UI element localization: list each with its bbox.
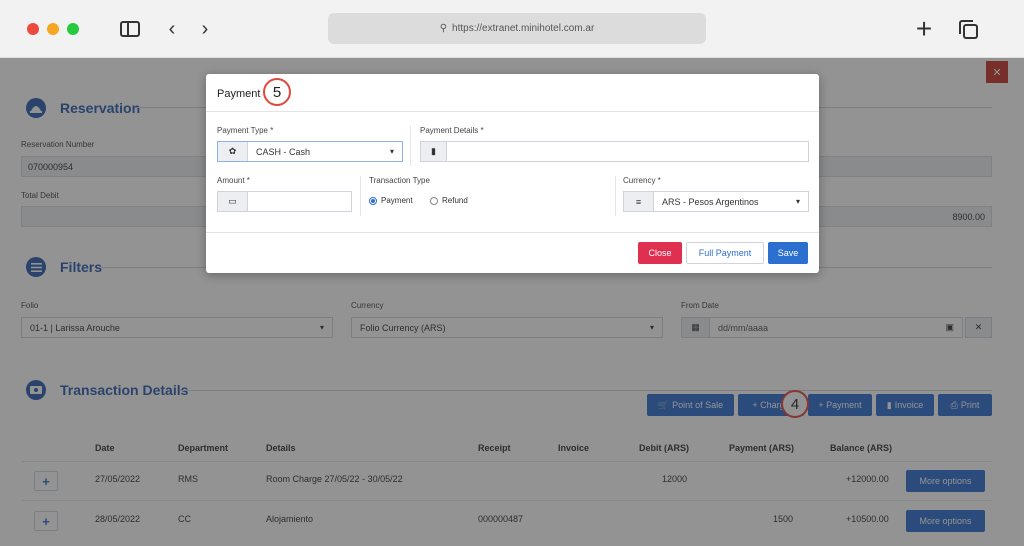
coins-icon: ≡ <box>624 192 654 211</box>
payment-details-label: Payment Details * <box>420 126 484 135</box>
radio-refund[interactable]: Refund <box>430 196 468 205</box>
close-label: Close <box>648 248 672 258</box>
chevron-down-icon: ▾ <box>795 197 800 206</box>
full-payment-label: Full Payment <box>698 248 752 258</box>
radio-payment[interactable]: Payment <box>369 196 413 205</box>
payment-type-value: CASH - Cash <box>256 146 311 157</box>
radio-payment-label: Payment <box>381 196 413 205</box>
transaction-type-label: Transaction Type <box>369 176 430 185</box>
step-5-annotation: 5 <box>263 78 291 106</box>
close-button[interactable]: Close <box>638 242 682 264</box>
tab-overview-icon[interactable] <box>956 17 980 41</box>
step-5-number: 5 <box>272 83 282 101</box>
piggy-bank-icon: ✿ <box>218 142 248 161</box>
new-tab-icon[interactable]: + <box>912 13 936 44</box>
clipboard-icon: ▮ <box>421 142 447 161</box>
chevron-down-icon: ▾ <box>389 147 394 156</box>
sidebar-toggle-icon[interactable] <box>118 17 142 41</box>
currency-label: Currency * <box>623 176 661 185</box>
currency-value: ARS - Pesos Argentinos <box>662 196 759 207</box>
window-close-dot[interactable] <box>27 23 39 35</box>
payment-details-field[interactable]: ▮ <box>420 141 809 162</box>
radio-payment-dot[interactable] <box>369 196 377 205</box>
browser-toolbar: ‹ › ⚲ https://extranet.minihotel.com.ar … <box>0 0 1024 58</box>
forward-icon[interactable]: › <box>195 17 215 41</box>
modal-title: Payment <box>217 88 261 100</box>
back-icon[interactable]: ‹ <box>162 17 182 41</box>
payment-type-select[interactable]: ✿ CASH - Cash ▾ <box>217 141 403 162</box>
payment-type-label: Payment Type * <box>217 126 274 135</box>
radio-refund-dot[interactable] <box>430 196 438 205</box>
amount-field[interactable]: ▭ <box>217 191 352 212</box>
modal-header: Payment <box>206 74 819 112</box>
payment-modal: Payment 5 Payment Type * ✿ CASH - Cash ▾ … <box>206 74 819 273</box>
money-icon: ▭ <box>218 192 248 211</box>
window-minimize-dot[interactable] <box>47 23 59 35</box>
url-text: https://extranet.minihotel.com.ar <box>452 23 595 34</box>
radio-refund-label: Refund <box>442 196 468 205</box>
full-payment-button[interactable]: Full Payment <box>686 242 764 264</box>
magnifier-icon: ⚲ <box>439 23 448 34</box>
amount-label: Amount * <box>217 176 250 185</box>
address-bar[interactable]: ⚲ https://extranet.minihotel.com.ar <box>328 13 706 44</box>
save-button[interactable]: Save <box>768 242 808 264</box>
currency-select[interactable]: ≡ ARS - Pesos Argentinos ▾ <box>623 191 809 212</box>
window-zoom-dot[interactable] <box>67 23 79 35</box>
save-label: Save <box>777 248 799 258</box>
